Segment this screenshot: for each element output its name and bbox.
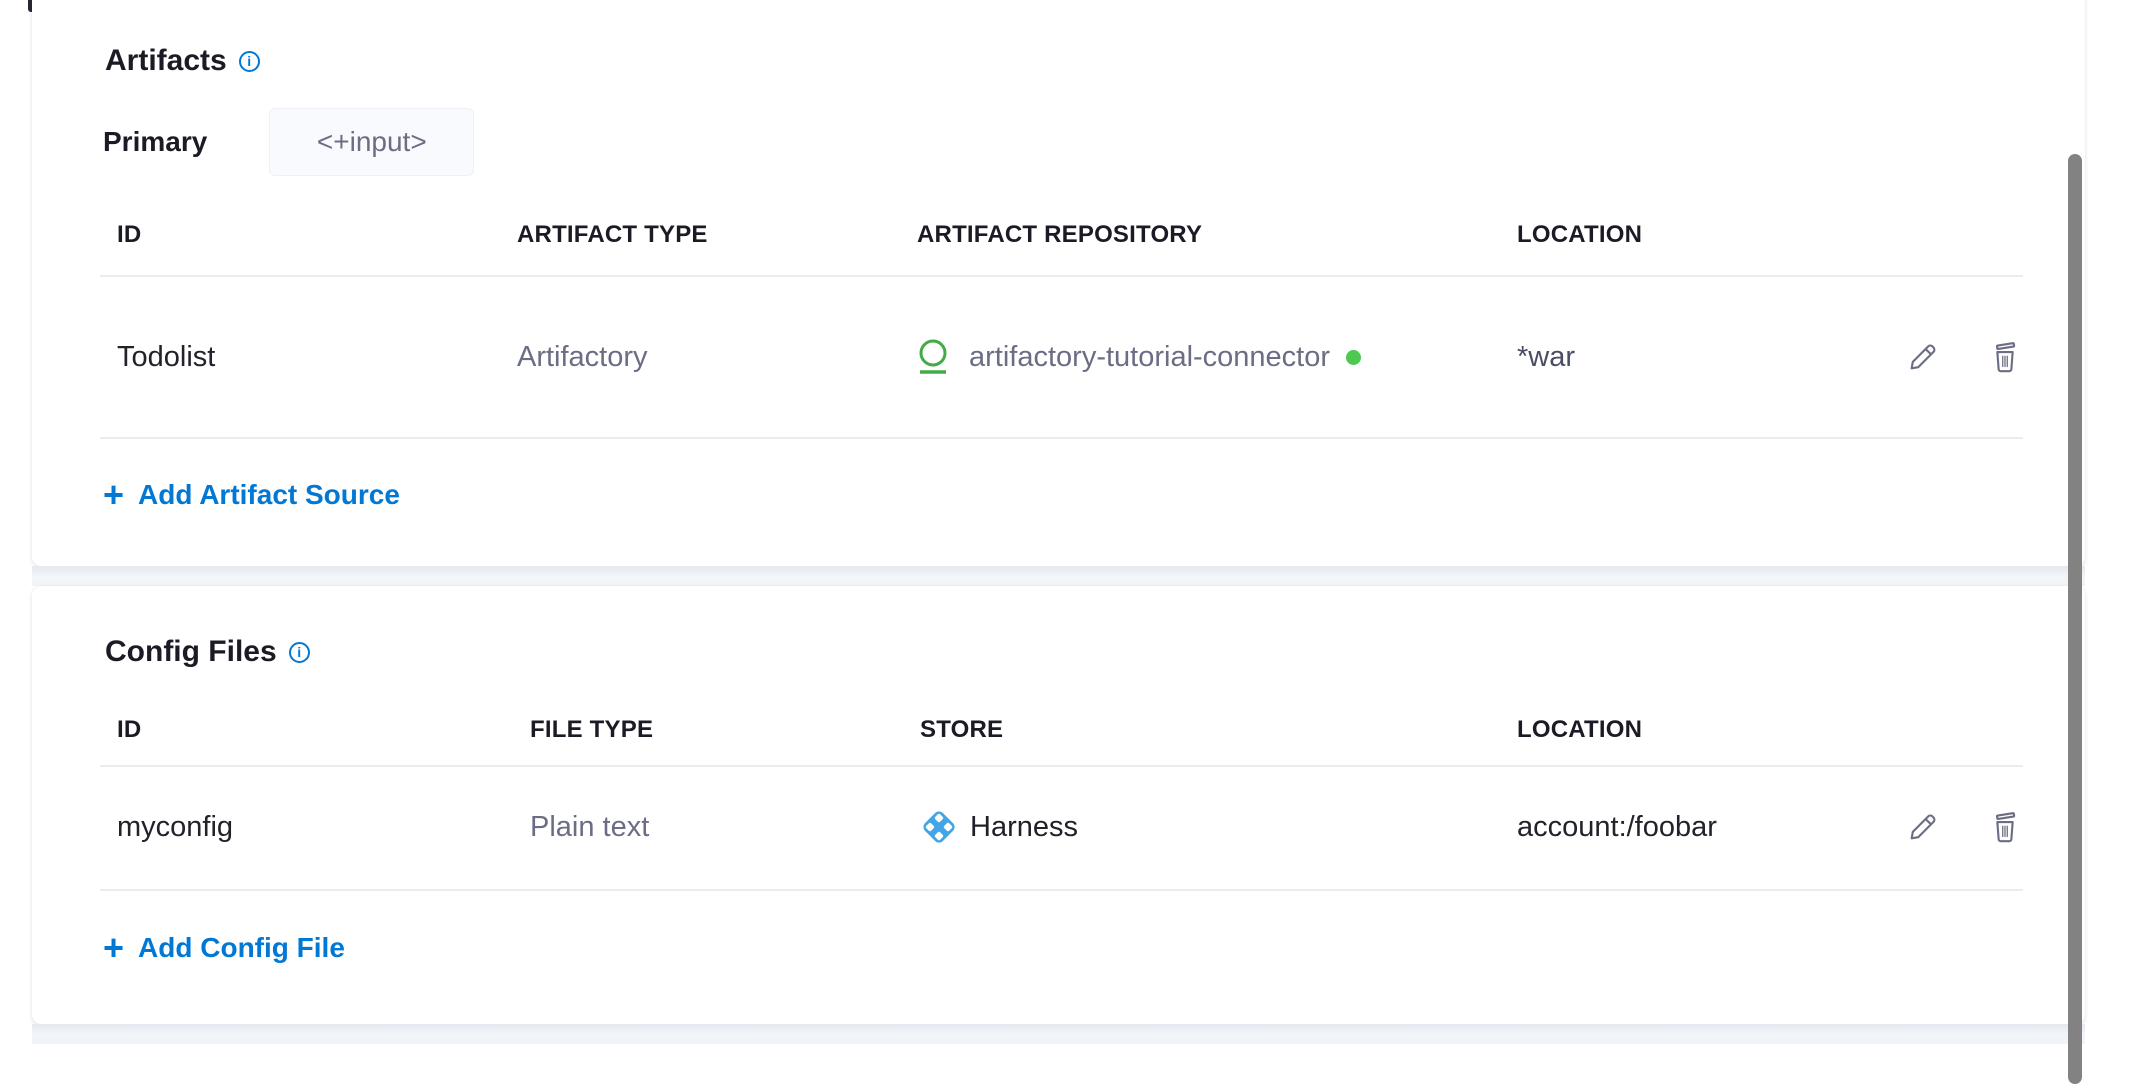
- pencil-icon: [1906, 810, 1940, 844]
- header-store: STORE: [903, 715, 1500, 745]
- info-icon[interactable]: i: [289, 642, 310, 663]
- plus-icon: +: [103, 477, 124, 513]
- header-location: LOCATION: [1500, 220, 1860, 250]
- header-artifact-repository: ARTIFACT REPOSITORY: [900, 220, 1500, 250]
- artifacts-table-header: ID ARTIFACT TYPE ARTIFACT REPOSITORY LOC…: [100, 220, 2023, 250]
- add-artifact-source-label: Add Artifact Source: [138, 478, 400, 512]
- config-store-cell: Harness: [903, 808, 1500, 846]
- artifact-row-actions: [1860, 339, 2023, 375]
- divider: [100, 889, 2023, 891]
- artifact-repository-cell: artifactory-tutorial-connector: [900, 339, 1500, 375]
- connector-status-dot: [1346, 350, 1361, 365]
- add-config-file-button[interactable]: + Add Config File: [103, 928, 345, 968]
- divider: [100, 437, 2023, 439]
- add-artifact-source-button[interactable]: + Add Artifact Source: [103, 475, 400, 515]
- trash-icon: [1988, 809, 2022, 845]
- config-location-cell: account:/foobar: [1517, 811, 1717, 844]
- config-files-heading-row: Config Files i: [105, 636, 310, 668]
- edit-artifact-button[interactable]: [1905, 339, 1941, 375]
- plus-icon: +: [103, 930, 124, 966]
- artifactory-connector-icon: [917, 339, 949, 375]
- header-id: ID: [100, 220, 500, 250]
- store-name: Harness: [970, 811, 1078, 844]
- primary-label: Primary: [103, 125, 207, 159]
- primary-input-chip[interactable]: <+input>: [269, 108, 474, 176]
- card-gap-band: [32, 566, 2085, 586]
- config-file-type-cell: Plain text: [530, 811, 649, 844]
- delete-config-button[interactable]: [1987, 809, 2023, 845]
- pencil-icon: [1906, 340, 1940, 374]
- info-icon[interactable]: i: [239, 51, 260, 72]
- config-files-title: Config Files: [105, 636, 277, 668]
- primary-artifact-row: Primary <+input>: [103, 108, 474, 176]
- trash-icon: [1988, 339, 2022, 375]
- config-files-card: Config Files i ID FILE TYPE STORE LOCATI…: [32, 586, 2085, 1024]
- config-id-cell: myconfig: [117, 811, 233, 844]
- header-artifact-type: ARTIFACT TYPE: [500, 220, 900, 250]
- vertical-scrollbar-thumb[interactable]: [2068, 154, 2082, 1084]
- artifact-table-row: Todolist Artifactory artifactory-tutoria…: [100, 277, 2023, 437]
- delete-artifact-button[interactable]: [1987, 339, 2023, 375]
- artifact-id-cell: Todolist: [117, 341, 215, 374]
- config-table-header: ID FILE TYPE STORE LOCATION: [100, 715, 2023, 745]
- header-id: ID: [100, 715, 513, 745]
- config-row-actions: [1860, 809, 2023, 845]
- config-file-row: myconfig Plain text Harness account:/foo…: [100, 767, 2023, 887]
- repository-name: artifactory-tutorial-connector: [969, 341, 1330, 374]
- artifacts-heading-row: Artifacts i: [105, 45, 260, 77]
- harness-logo-icon: [920, 808, 958, 846]
- artifact-location-cell: *war: [1517, 341, 1575, 374]
- artifact-type-cell: Artifactory: [517, 341, 648, 374]
- card-gap-band: [32, 1024, 2085, 1044]
- header-location: LOCATION: [1500, 715, 1860, 745]
- header-file-type: FILE TYPE: [513, 715, 903, 745]
- add-config-file-label: Add Config File: [138, 931, 345, 965]
- artifacts-title: Artifacts: [105, 45, 227, 77]
- edit-config-button[interactable]: [1905, 809, 1941, 845]
- artifacts-card: Artifacts i Primary <+input> ID ARTIFACT…: [32, 0, 2085, 566]
